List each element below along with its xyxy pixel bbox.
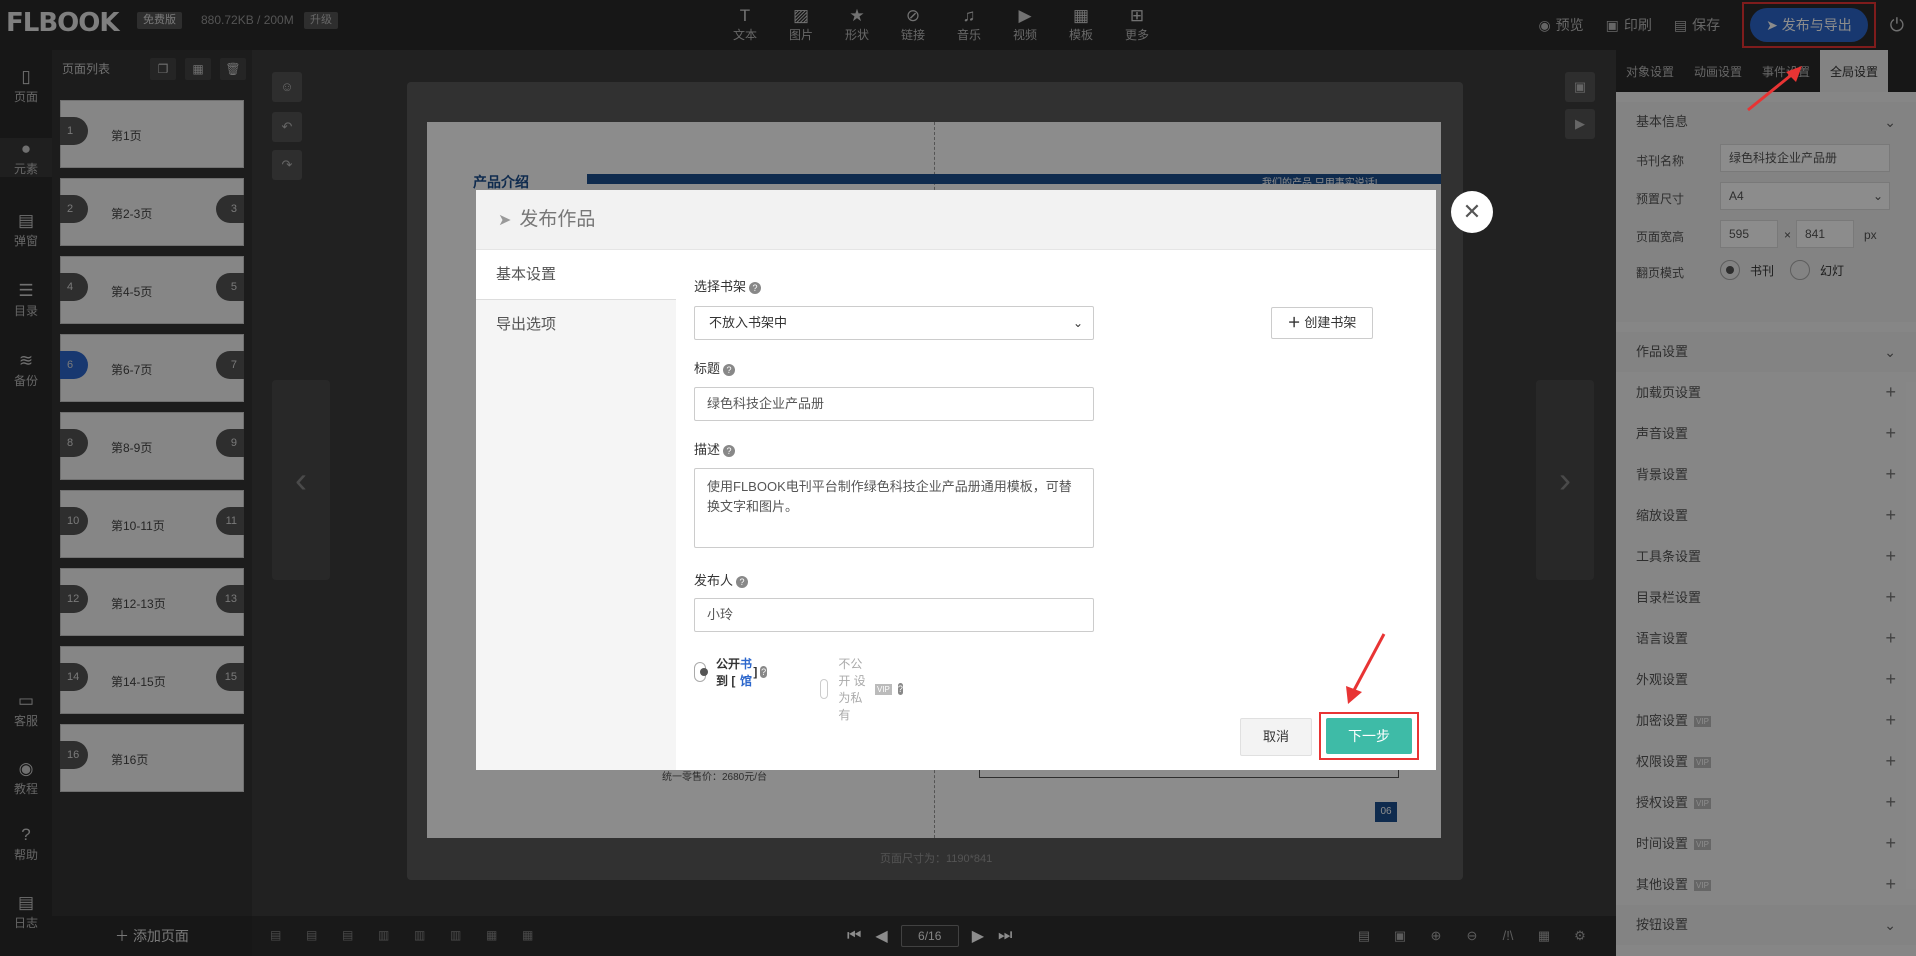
help-icon[interactable]: ? (723, 364, 736, 376)
paper-plane-icon: ➤ (498, 212, 512, 229)
title-input[interactable]: 绿色科技企业产品册 (694, 387, 1094, 421)
annotation-arrow-next (1346, 633, 1386, 704)
library-link[interactable]: 书馆 (740, 655, 753, 689)
cancel-button[interactable]: 取消 (1240, 718, 1312, 756)
modal-sidebar: 基本设置 导出选项 (476, 250, 676, 770)
tab-export-options[interactable]: 导出选项 (476, 300, 676, 350)
title-label: 标题? (694, 358, 736, 377)
help-icon[interactable]: ? (760, 666, 768, 678)
tab-basic-settings[interactable]: 基本设置 (476, 250, 676, 300)
modal-title: 发布作品 (519, 209, 596, 230)
next-button[interactable]: 下一步 (1326, 718, 1412, 754)
next-button-highlight: 下一步 (1319, 712, 1419, 760)
publish-modal: ➤ 发布作品 基本设置 导出选项 选择书架? 不放入书架中 ⌄ ＋ 创建书架 标题?… (476, 190, 1436, 770)
help-icon[interactable]: ? (749, 282, 762, 294)
help-icon[interactable]: ? (736, 576, 749, 588)
private-radio[interactable]: 不公开 设为私有 VIP? (820, 655, 903, 723)
description-textarea[interactable]: 使用FLBOOK电刊平台制作绿色科技企业产品册通用模板，可替换文字和图片。 (694, 468, 1094, 548)
shelf-label: 选择书架? (694, 276, 762, 295)
publisher-label: 发布人? (694, 570, 749, 589)
description-label: 描述? (694, 439, 736, 458)
create-shelf-button[interactable]: ＋ 创建书架 (1271, 307, 1373, 339)
publisher-input[interactable]: 小玲 (694, 598, 1094, 632)
public-radio[interactable]: 公开到 [书馆]? (694, 655, 768, 689)
modal-header: ➤ 发布作品 (476, 190, 1436, 250)
plus-icon: ＋ (1287, 315, 1301, 330)
help-icon[interactable]: ? (897, 683, 903, 695)
close-icon[interactable]: ✕ (1451, 191, 1493, 233)
chevron-down-icon: ⌄ (1072, 316, 1083, 330)
vip-badge: VIP (875, 683, 892, 695)
help-icon[interactable]: ? (723, 445, 736, 457)
shelf-select[interactable]: 不放入书架中 ⌄ (694, 306, 1094, 340)
annotation-arrow-publish (1747, 66, 1802, 112)
